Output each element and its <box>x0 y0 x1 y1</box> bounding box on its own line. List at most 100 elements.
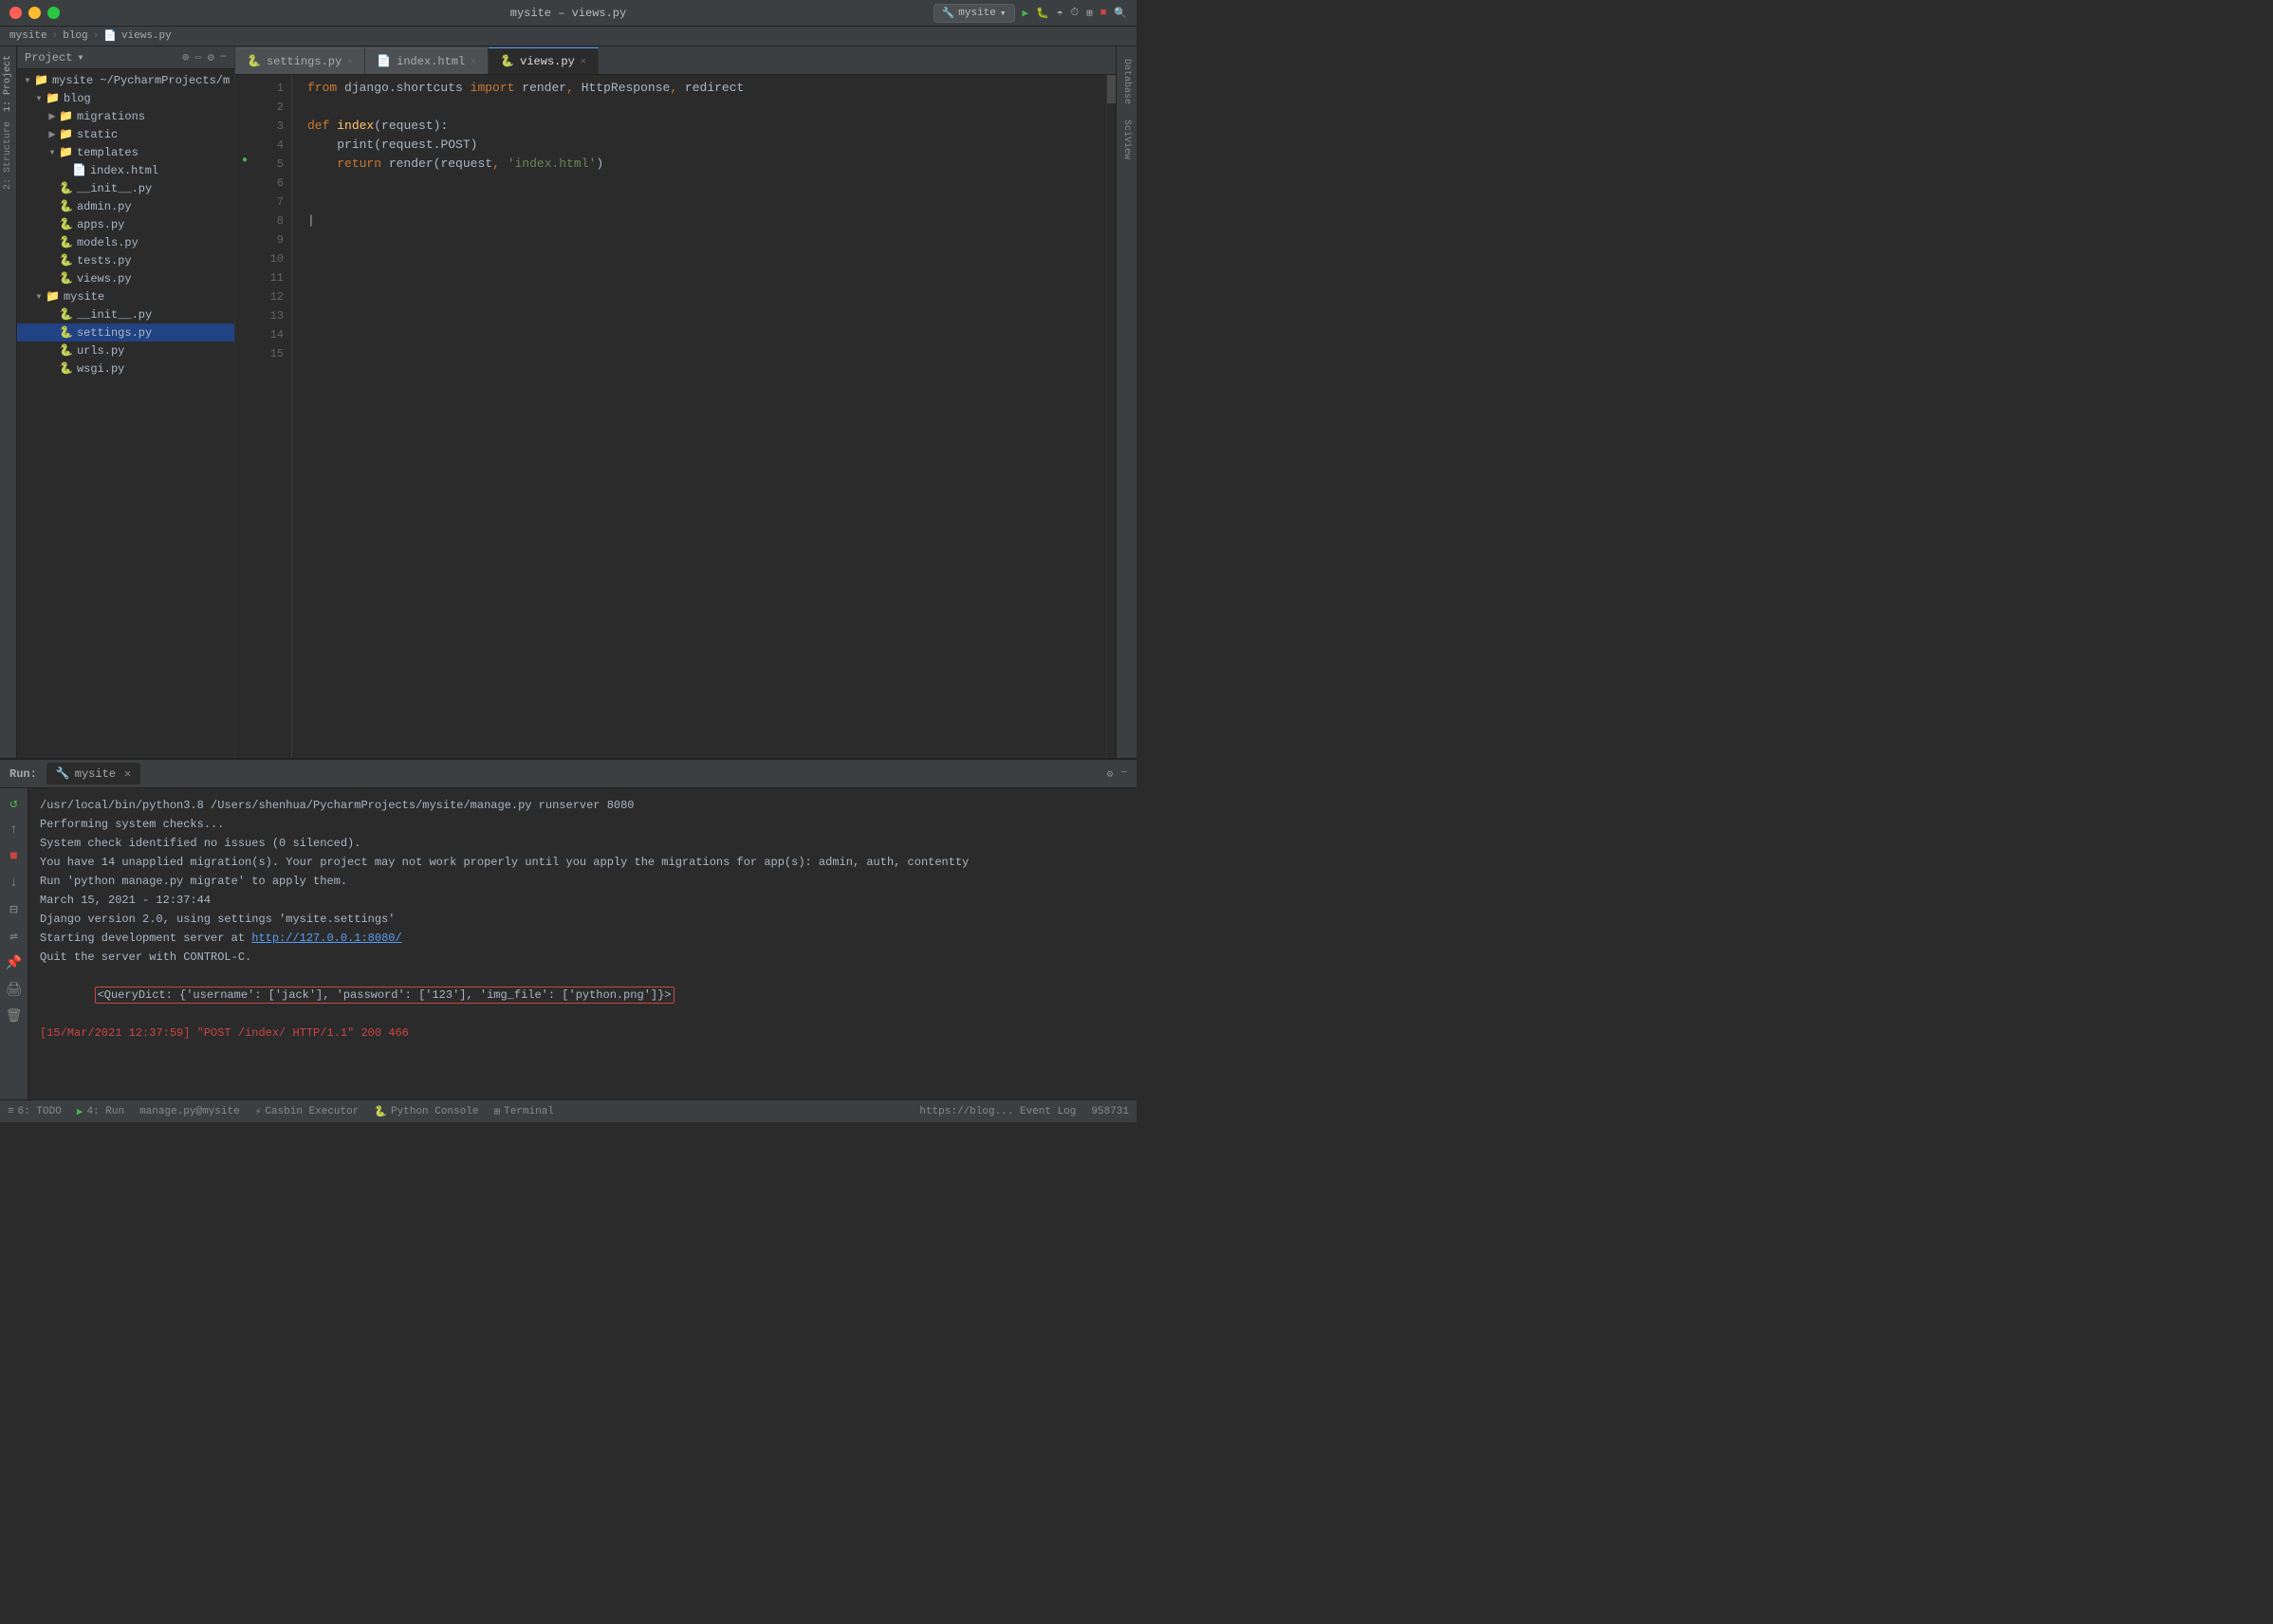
scroll-up-button[interactable]: ↑ <box>5 821 24 840</box>
id-label: 958731 <box>1091 1106 1129 1117</box>
tree-item-index-html[interactable]: 📄 index.html <box>17 161 234 179</box>
tree-settings-icon[interactable]: ⚙ <box>208 50 214 65</box>
code-line-9 <box>307 231 1106 249</box>
tab-index-html[interactable]: 📄 index.html ✕ <box>365 47 489 74</box>
console-line-10: Starting development server at http://12… <box>40 929 1125 948</box>
tree-item-urls-py[interactable]: 🐍 urls.py <box>17 341 234 360</box>
casbin-label: Casbin Executor <box>265 1106 359 1117</box>
toolbar-profile-icon[interactable]: ⏱ <box>1070 8 1079 19</box>
settings-tab-icon: 🐍 <box>247 54 261 68</box>
tree-item-root[interactable]: ▾ 📁 mysite ~/PycharmProjects/m <box>17 71 234 89</box>
sidebar-tab-database[interactable]: Database <box>1119 51 1134 112</box>
editor-area: 🐍 settings.py ✕ 📄 index.html ✕ 🐍 views.p… <box>235 46 1116 758</box>
tree-item-tests-py[interactable]: 🐍 tests.py <box>17 251 234 269</box>
status-python-console[interactable]: 🐍 Python Console <box>374 1105 478 1118</box>
sidebar-tab-structure[interactable]: 2: Structure <box>1 118 15 194</box>
toolbar-more-icon[interactable]: ⊞ <box>1086 7 1093 20</box>
breadcrumb-blog[interactable]: blog <box>63 30 87 42</box>
main-layout: 1: Project 2: Structure Project ▾ ⊕ ⇔ ⚙ … <box>0 46 1136 758</box>
delete-button[interactable]: 🗑 <box>5 1006 24 1025</box>
maximize-button[interactable] <box>47 7 60 19</box>
project-label: Project <box>25 51 72 65</box>
settings-tab-close[interactable]: ✕ <box>347 56 353 67</box>
run-tab-close[interactable]: ✕ <box>124 766 131 781</box>
toolbar-stop-icon[interactable]: ■ <box>1100 8 1107 19</box>
tree-item-mysite-init[interactable]: 🐍 __init__.py <box>17 305 234 323</box>
code-editor[interactable]: ● 12345 678910 1112131415 f <box>235 75 1116 758</box>
gear-icon[interactable]: ⚙ <box>1107 767 1114 781</box>
python-console-label: Python Console <box>391 1106 478 1117</box>
status-terminal[interactable]: ⊞ Terminal <box>493 1105 553 1118</box>
sidebar-tab-project[interactable]: 1: Project <box>1 51 15 116</box>
tree-collapse-icon[interactable]: ⇔ <box>194 50 201 65</box>
minimize-button[interactable] <box>28 7 41 19</box>
tree-item-admin-py[interactable]: 🐍 admin.py <box>17 197 234 215</box>
console-line-7: Run 'python manage.py migrate' to apply … <box>40 872 1125 891</box>
code-line-11 <box>307 268 1106 287</box>
tree-item-settings-py[interactable]: 🐍 settings.py <box>17 323 234 341</box>
tree-add-icon[interactable]: ⊕ <box>182 50 189 65</box>
tree-item-templates[interactable]: ▾ 📁 templates <box>17 143 234 161</box>
views-tab-close[interactable]: ✕ <box>581 56 586 67</box>
tree-item-migrations[interactable]: ▶ 📁 migrations <box>17 107 234 125</box>
traffic-lights <box>9 7 60 19</box>
run-config-icon: 🔧 <box>942 7 955 20</box>
split-button[interactable]: ⊟ <box>5 900 24 919</box>
tree-item-wsgi-py[interactable]: 🐍 wsgi.py <box>17 360 234 378</box>
bottom-layout: ↺ ↑ ■ ↓ ⊟ ⇌ 📌 🖨 🗑 /usr/local/bin/python3… <box>0 788 1136 1099</box>
tree-item-blog[interactable]: ▾ 📁 blog <box>17 89 234 107</box>
run-config-button[interactable]: 🔧 mysite ▾ <box>933 4 1015 23</box>
toolbar-debug-icon[interactable]: 🐛 <box>1036 7 1049 20</box>
minimize-panel-icon[interactable]: − <box>1120 767 1127 781</box>
tree-item-apps-py[interactable]: 🐍 apps.py <box>17 215 234 233</box>
minimap[interactable] <box>1106 75 1116 758</box>
tree-item-static[interactable]: ▶ 📁 static <box>17 125 234 143</box>
rerun-button[interactable]: ↺ <box>5 794 24 813</box>
status-event-log[interactable]: https://blog... Event Log <box>919 1106 1076 1117</box>
wrap-button[interactable]: ⇌ <box>5 927 24 946</box>
code-line-1: from django.shortcuts import render, Htt… <box>307 79 1106 98</box>
code-line-15 <box>307 344 1106 363</box>
pin-button[interactable]: 📌 <box>5 953 24 972</box>
tree-item-models-py[interactable]: 🐍 models.py <box>17 233 234 251</box>
status-todo[interactable]: ≡ 6: TODO <box>8 1106 62 1117</box>
status-bar: ≡ 6: TODO ▶ 4: Run manage.py@mysite ⚡ Ca… <box>0 1099 1136 1122</box>
status-run[interactable]: ▶ 4: Run <box>77 1105 124 1118</box>
console-line-8: March 15, 2021 - 12:37:44 <box>40 891 1125 910</box>
tree-label-init-py: __init__.py <box>77 182 152 195</box>
console-output: /usr/local/bin/python3.8 /Users/shenhua/… <box>28 788 1136 1099</box>
run-status-label: 4: Run <box>86 1106 124 1117</box>
tab-settings-py[interactable]: 🐍 settings.py ✕ <box>235 47 365 74</box>
scroll-down-button[interactable]: ↓ <box>5 874 24 893</box>
line-numbers: 12345 678910 1112131415 <box>254 75 292 758</box>
breadcrumb-mysite[interactable]: mysite <box>9 30 47 42</box>
console-line-4: System check identified no issues (0 sil… <box>40 834 1125 853</box>
toolbar-search-icon[interactable]: 🔍 <box>1114 7 1127 20</box>
stop-button[interactable]: ■ <box>5 847 24 866</box>
tree-close-icon[interactable]: − <box>220 50 227 65</box>
tree-label-blog: blog <box>64 92 91 105</box>
tree-label-tests-py: tests.py <box>77 254 132 268</box>
print-button[interactable]: 🖨 <box>5 980 24 999</box>
tree-item-views-py[interactable]: 🐍 views.py <box>17 269 234 287</box>
status-manage[interactable]: manage.py@mysite <box>139 1106 240 1117</box>
toolbar-run-icon[interactable]: ▶ <box>1023 7 1029 20</box>
tab-views-py[interactable]: 🐍 views.py ✕ <box>489 47 599 74</box>
console-line-11: Quit the server with CONTROL-C. <box>40 948 1125 967</box>
breadcrumb-file[interactable]: views.py <box>121 30 172 42</box>
tree-item-init-py[interactable]: 🐍 __init__.py <box>17 179 234 197</box>
breadcrumb: mysite › blog › 📄 views.py <box>0 27 1136 46</box>
toolbar-coverage-icon[interactable]: ☂ <box>1057 7 1063 20</box>
sidebar-tab-sciview[interactable]: SciView <box>1119 112 1134 167</box>
tree-label-index-html: index.html <box>90 164 158 177</box>
html-tab-close[interactable]: ✕ <box>471 56 476 67</box>
code-content[interactable]: from django.shortcuts import render, Htt… <box>292 75 1106 758</box>
code-line-4: print(request.POST) <box>307 136 1106 155</box>
run-tab[interactable]: 🔧 mysite ✕ <box>46 763 140 784</box>
tree-item-mysite-folder[interactable]: ▾ 📁 mysite <box>17 287 234 305</box>
server-url-link[interactable]: http://127.0.0.1:8080/ <box>251 932 401 945</box>
close-button[interactable] <box>9 7 22 19</box>
status-casbin[interactable]: ⚡ Casbin Executor <box>255 1105 360 1118</box>
left-side-tabs: 1: Project 2: Structure <box>0 46 17 758</box>
views-tab-icon: 🐍 <box>500 54 514 68</box>
